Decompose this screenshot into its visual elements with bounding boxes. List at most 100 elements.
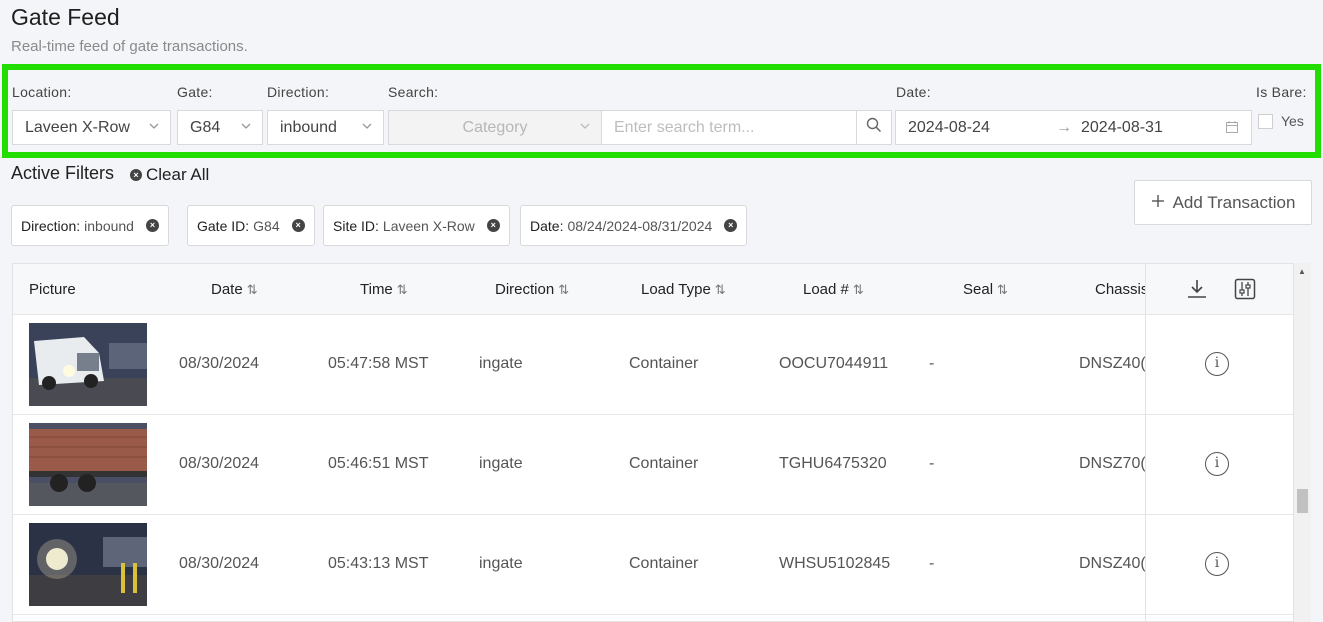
date-end[interactable]: 2024-08-31 — [1081, 119, 1163, 137]
column-header-time[interactable]: Time ⇅ — [360, 281, 408, 298]
cell-load-number: OOCU7044911 — [779, 355, 889, 372]
cell-date: 08/30/2024 — [179, 555, 260, 572]
sort-icon[interactable]: ⇅ — [397, 282, 408, 297]
chip-value: Laveen X-Row — [382, 217, 475, 234]
gate-feed-table: Picture Date ⇅ Time ⇅ Direction ⇅ Load Type… — [12, 263, 1294, 622]
remove-chip-icon[interactable]: × — [291, 219, 305, 232]
direction-select[interactable]: inbound — [267, 110, 384, 145]
cell-load-type: Container — [629, 455, 699, 472]
vertical-scrollbar[interactable]: ▲ — [1294, 263, 1311, 622]
gate-camera-thumbnail[interactable] — [29, 323, 147, 406]
search-input[interactable]: Enter search term... — [601, 110, 857, 145]
table-row[interactable]: 08/30/2024 05:47:58 MST ingate Container… — [13, 315, 1293, 415]
date-start[interactable]: 2024-08-24 — [908, 119, 990, 137]
cell-chassis: DNSZ40( — [1079, 355, 1146, 372]
sort-icon[interactable]: ⇅ — [997, 282, 1008, 297]
cell-seal: - — [929, 355, 935, 372]
add-transaction-button[interactable]: Add Transaction — [1134, 180, 1312, 225]
column-header-picture: Picture — [29, 281, 76, 298]
sort-icon[interactable]: ⇅ — [247, 282, 258, 297]
search-icon — [866, 117, 882, 138]
column-header-load-number[interactable]: Load # ⇅ — [803, 281, 864, 298]
direction-label: Direction: — [267, 84, 330, 100]
cell-load-number: WHSU5102845 — [779, 555, 891, 572]
sort-icon[interactable]: ⇅ — [853, 282, 864, 297]
clear-all-button[interactable]: × Clear All — [130, 165, 209, 185]
chevron-down-icon — [579, 120, 591, 135]
cell-direction: ingate — [479, 455, 523, 472]
chip-value: 08/24/2024-08/31/2024 — [567, 217, 713, 234]
chip-key: Date: — [530, 217, 564, 234]
search-button[interactable] — [856, 110, 892, 145]
table-row[interactable]: 08/30/2024 05:43:13 MST ingate Container… — [13, 515, 1293, 615]
location-value: Laveen X-Row — [25, 118, 130, 136]
location-select[interactable]: Laveen X-Row — [12, 110, 171, 145]
filter-chip-direction[interactable]: Direction: inbound × — [11, 205, 169, 246]
chevron-down-icon — [361, 120, 373, 135]
chip-key: Site ID: — [333, 217, 379, 234]
cell-time: 05:47:58 MST — [328, 355, 429, 372]
gate-value: G84 — [190, 118, 221, 136]
gate-label: Gate: — [177, 84, 213, 100]
chip-key: Gate ID: — [197, 217, 250, 234]
sort-icon[interactable]: ⇅ — [715, 282, 726, 297]
chip-key: Direction: — [21, 217, 81, 234]
search-label: Search: — [388, 84, 439, 100]
table-header: Picture Date ⇅ Time ⇅ Direction ⇅ Load Type… — [13, 264, 1293, 315]
filter-chip-gate[interactable]: Gate ID: G84 × — [187, 205, 315, 246]
gate-camera-thumbnail[interactable] — [29, 423, 147, 506]
download-icon[interactable] — [1186, 278, 1208, 305]
date-range-picker[interactable]: 2024-08-24 → 2024-08-31 — [895, 110, 1252, 145]
column-header-date[interactable]: Date ⇅ — [211, 281, 258, 298]
sort-icon[interactable]: ⇅ — [558, 282, 569, 297]
info-icon[interactable]: i — [1205, 352, 1229, 376]
scrollbar-thumb[interactable] — [1297, 489, 1308, 513]
location-label: Location: — [12, 84, 72, 100]
category-placeholder: Category — [462, 118, 528, 136]
calendar-icon[interactable] — [1225, 120, 1239, 139]
cell-seal: - — [929, 455, 935, 472]
category-select[interactable]: Category — [388, 110, 602, 145]
filter-chip-site[interactable]: Site ID: Laveen X-Row × — [323, 205, 510, 246]
clear-all-label: Clear All — [146, 165, 210, 184]
cell-time: 05:43:13 MST — [328, 555, 429, 572]
column-header-direction[interactable]: Direction ⇅ — [495, 281, 569, 298]
info-icon[interactable]: i — [1205, 552, 1229, 576]
search-placeholder: Enter search term... — [614, 118, 755, 136]
close-circle-icon: × — [130, 169, 142, 181]
date-range-arrow: → — [1056, 119, 1072, 136]
cell-load-number: TGHU6475320 — [779, 455, 887, 472]
chip-value: G84 — [253, 217, 280, 234]
gate-camera-thumbnail[interactable] — [29, 523, 147, 606]
cell-direction: ingate — [479, 555, 523, 572]
add-transaction-label: Add Transaction — [1172, 192, 1296, 212]
page-subtitle: Real-time feed of gate transactions. — [11, 38, 248, 55]
remove-chip-icon[interactable]: × — [145, 219, 159, 232]
cell-load-type: Container — [629, 355, 699, 372]
actions-header — [1146, 264, 1293, 315]
active-filters-title: Active Filters — [11, 163, 115, 183]
cell-date: 08/30/2024 — [179, 355, 260, 372]
gate-select[interactable]: G84 — [177, 110, 263, 145]
is-bare-option-label: Yes — [1281, 113, 1304, 129]
chevron-down-icon — [148, 120, 160, 135]
cell-chassis: DNSZ70( — [1079, 455, 1146, 472]
date-label: Date: — [896, 84, 931, 100]
is-bare-label: Is Bare: — [1256, 84, 1307, 100]
remove-chip-icon[interactable]: × — [724, 219, 738, 232]
column-header-load-type[interactable]: Load Type ⇅ — [641, 281, 726, 298]
column-settings-icon[interactable] — [1234, 278, 1256, 305]
scroll-up-arrow-icon[interactable]: ▲ — [1298, 267, 1306, 276]
actions-column: i i i — [1145, 264, 1293, 621]
cell-date: 08/30/2024 — [179, 455, 260, 472]
remove-chip-icon[interactable]: × — [486, 219, 500, 232]
chip-value: inbound — [84, 217, 134, 234]
filter-chip-date[interactable]: Date: 08/24/2024-08/31/2024 × — [520, 205, 748, 246]
is-bare-checkbox[interactable] — [1258, 114, 1273, 129]
column-header-chassis[interactable]: Chassis — [1095, 281, 1148, 298]
column-header-seal[interactable]: Seal ⇅ — [963, 281, 1008, 298]
plus-icon — [1151, 193, 1165, 213]
table-row[interactable]: 08/30/2024 05:46:51 MST ingate Container… — [13, 415, 1293, 515]
direction-value: inbound — [280, 118, 337, 136]
info-icon[interactable]: i — [1205, 452, 1229, 476]
